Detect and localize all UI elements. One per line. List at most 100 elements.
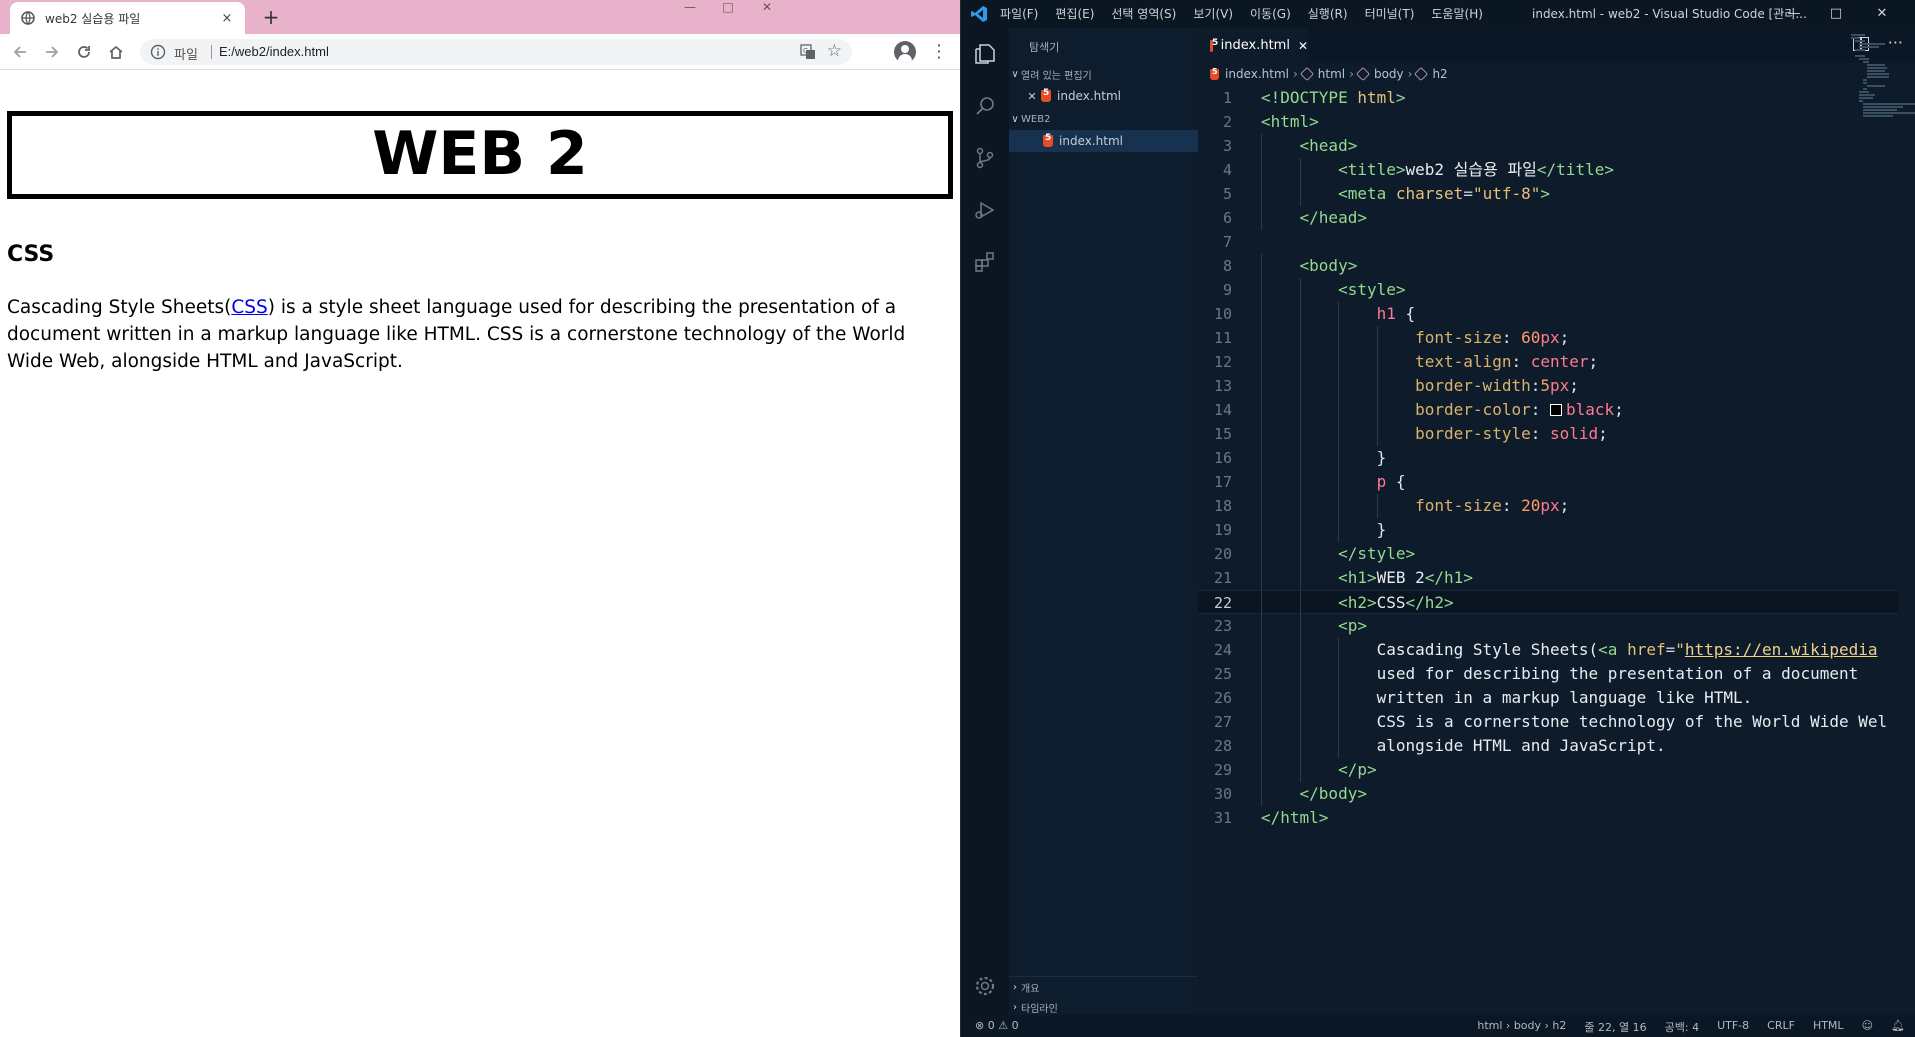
minimize-button[interactable]: — bbox=[675, 0, 705, 14]
encoding-status[interactable]: UTF-8 bbox=[1717, 1019, 1749, 1035]
feedback-icon[interactable]: ☺ bbox=[1862, 1019, 1873, 1035]
open-editor-item[interactable]: ✕ index.html bbox=[1009, 85, 1198, 107]
source-control-icon[interactable] bbox=[973, 146, 997, 170]
code-line[interactable]: 14 border-color: black; bbox=[1198, 398, 1898, 422]
code-line[interactable]: 25 used for describing the presentation … bbox=[1198, 662, 1898, 686]
element-icon bbox=[1355, 66, 1371, 82]
code-line[interactable]: 15 border-style: solid; bbox=[1198, 422, 1898, 446]
language-mode[interactable]: HTML bbox=[1813, 1019, 1844, 1035]
translate-icon[interactable]: G bbox=[800, 44, 816, 60]
breadcrumb-h2[interactable]: h2 bbox=[1432, 67, 1447, 81]
code-line[interactable]: 30 </body> bbox=[1198, 782, 1898, 806]
code-line[interactable]: 6 </head> bbox=[1198, 206, 1898, 230]
extensions-icon[interactable] bbox=[973, 250, 997, 274]
code-line[interactable]: 5 <meta charset="utf-8"> bbox=[1198, 182, 1898, 206]
open-editors-label: 열려 있는 편집기 bbox=[1021, 70, 1092, 82]
search-icon[interactable] bbox=[973, 94, 997, 118]
code-line[interactable]: 10 h1 { bbox=[1198, 302, 1898, 326]
folder-section[interactable]: ∨ WEB2 bbox=[1009, 108, 1198, 130]
code-line[interactable]: 29 </p> bbox=[1198, 758, 1898, 782]
breadcrumb-file[interactable]: index.html bbox=[1225, 67, 1289, 81]
code-line[interactable]: 3 <head> bbox=[1198, 134, 1898, 158]
menu-selection[interactable]: 선택 영역(S) bbox=[1111, 0, 1176, 28]
notifications-bell-icon[interactable]: 🔔︎ bbox=[1891, 1019, 1905, 1035]
url-separator bbox=[211, 45, 212, 59]
code-line[interactable]: 27 CSS is a cornerstone technology of th… bbox=[1198, 710, 1898, 734]
menu-edit[interactable]: 편집(E) bbox=[1055, 0, 1094, 28]
code-line[interactable]: 8 <body> bbox=[1198, 254, 1898, 278]
code-line[interactable]: 21 <h1>WEB 2</h1> bbox=[1198, 566, 1898, 590]
url-text[interactable]: E:/web2/index.html bbox=[219, 44, 329, 59]
code-line[interactable]: 13 border-width:5px; bbox=[1198, 374, 1898, 398]
vscode-close-button[interactable]: ✕ bbox=[1861, 0, 1903, 28]
editor-tab-index-html[interactable]: index.html ✕ bbox=[1198, 28, 1308, 63]
code-line[interactable]: 1 <!DOCTYPE html> bbox=[1198, 86, 1898, 110]
bookmark-star-icon[interactable]: ☆ bbox=[827, 41, 842, 61]
browser-tab[interactable]: web2 실습용 파일 × bbox=[10, 2, 245, 34]
menu-terminal[interactable]: 터미널(T) bbox=[1365, 0, 1415, 28]
breadcrumb-body[interactable]: body bbox=[1374, 67, 1404, 81]
close-editor-icon[interactable]: ✕ bbox=[1025, 90, 1039, 103]
code-line[interactable]: 20 </style> bbox=[1198, 542, 1898, 566]
new-tab-button[interactable]: + bbox=[258, 4, 284, 30]
code-line[interactable]: 9 <style> bbox=[1198, 278, 1898, 302]
code-line[interactable]: 11 font-size: 60px; bbox=[1198, 326, 1898, 350]
code-line[interactable]: 7 bbox=[1198, 230, 1898, 254]
line-number: 17 bbox=[1213, 473, 1232, 491]
code-text: <h1>WEB 2</h1> bbox=[1338, 568, 1473, 587]
outline-section[interactable]: › 개요 bbox=[1009, 976, 1198, 998]
code-line[interactable]: 4 <title>web2 실습용 파일</title> bbox=[1198, 158, 1898, 182]
menu-go[interactable]: 이동(G) bbox=[1250, 0, 1291, 28]
home-icon[interactable] bbox=[104, 40, 128, 64]
globe-icon bbox=[20, 10, 36, 26]
eol-status[interactable]: CRLF bbox=[1767, 1019, 1795, 1035]
line-number: 16 bbox=[1213, 449, 1232, 467]
code-line[interactable]: 31 </html> bbox=[1198, 806, 1898, 830]
cursor-position[interactable]: 줄 22, 열 16 bbox=[1584, 1019, 1646, 1035]
explorer-sidebar: 탐색기 ∨ 열려 있는 편집기 ✕ index.html ∨ WEB2 inde… bbox=[1009, 28, 1198, 1015]
code-line[interactable]: 16 } bbox=[1198, 446, 1898, 470]
html5-file-icon bbox=[1210, 38, 1217, 52]
code-line[interactable]: 18 font-size: 20px; bbox=[1198, 494, 1898, 518]
css-link[interactable]: CSS bbox=[231, 297, 267, 318]
profile-avatar-icon[interactable] bbox=[894, 41, 916, 63]
code-line[interactable]: 28 alongside HTML and JavaScript. bbox=[1198, 734, 1898, 758]
code-line[interactable]: 22 <h2>CSS</h2> bbox=[1198, 590, 1898, 615]
tab-close-icon[interactable]: × bbox=[219, 11, 235, 26]
minimap[interactable] bbox=[1849, 28, 1915, 228]
code-line[interactable]: 19 } bbox=[1198, 518, 1898, 542]
folder-file-item[interactable]: index.html bbox=[1009, 130, 1198, 152]
close-window-button[interactable]: ✕ bbox=[752, 0, 782, 14]
vscode-maximize-button[interactable]: □ bbox=[1815, 0, 1857, 28]
vscode-minimize-button[interactable]: — bbox=[1773, 0, 1815, 28]
line-number: 6 bbox=[1222, 209, 1232, 227]
menu-file[interactable]: 파일(F) bbox=[1000, 0, 1038, 28]
breadcrumb-html[interactable]: html bbox=[1318, 67, 1345, 81]
code-line[interactable]: 2 <html> bbox=[1198, 110, 1898, 134]
menu-help[interactable]: 도움말(H) bbox=[1431, 0, 1483, 28]
browser-menu-icon[interactable]: ⋮ bbox=[930, 40, 948, 64]
back-icon[interactable] bbox=[8, 40, 32, 64]
maximize-button[interactable]: □ bbox=[713, 0, 743, 14]
code-line[interactable]: 12 text-align: center; bbox=[1198, 350, 1898, 374]
code-text: <meta charset="utf-8"> bbox=[1338, 184, 1551, 203]
reload-icon[interactable] bbox=[72, 40, 96, 64]
settings-gear-icon[interactable] bbox=[973, 974, 997, 998]
tab-close-icon[interactable]: ✕ bbox=[1298, 39, 1308, 53]
code-line[interactable]: 17 p { bbox=[1198, 470, 1898, 494]
indentation-status[interactable]: 공백: 4 bbox=[1665, 1019, 1699, 1035]
explorer-icon[interactable] bbox=[973, 42, 997, 66]
code-line[interactable]: 24 Cascading Style Sheets(<a href="https… bbox=[1198, 638, 1898, 662]
info-icon[interactable] bbox=[150, 44, 166, 60]
run-debug-icon[interactable] bbox=[973, 198, 997, 222]
menu-view[interactable]: 보기(V) bbox=[1193, 0, 1233, 28]
forward-icon[interactable] bbox=[40, 40, 64, 64]
address-bar[interactable]: 파일 E:/web2/index.html G ☆ bbox=[140, 39, 852, 65]
code-line[interactable]: 23 <p> bbox=[1198, 614, 1898, 638]
open-editors-section[interactable]: ∨ 열려 있는 편집기 bbox=[1009, 63, 1198, 85]
line-number: 3 bbox=[1222, 137, 1232, 155]
code-editor[interactable]: 1 <!DOCTYPE html> 2 <html> 3 <head> 4 <title>… bbox=[1198, 86, 1898, 846]
problems-status[interactable]: ⊗ 0 ⚠ 0 bbox=[975, 1019, 1019, 1032]
code-line[interactable]: 26 written in a markup language like HTM… bbox=[1198, 686, 1898, 710]
menu-run[interactable]: 실행(R) bbox=[1308, 0, 1348, 28]
